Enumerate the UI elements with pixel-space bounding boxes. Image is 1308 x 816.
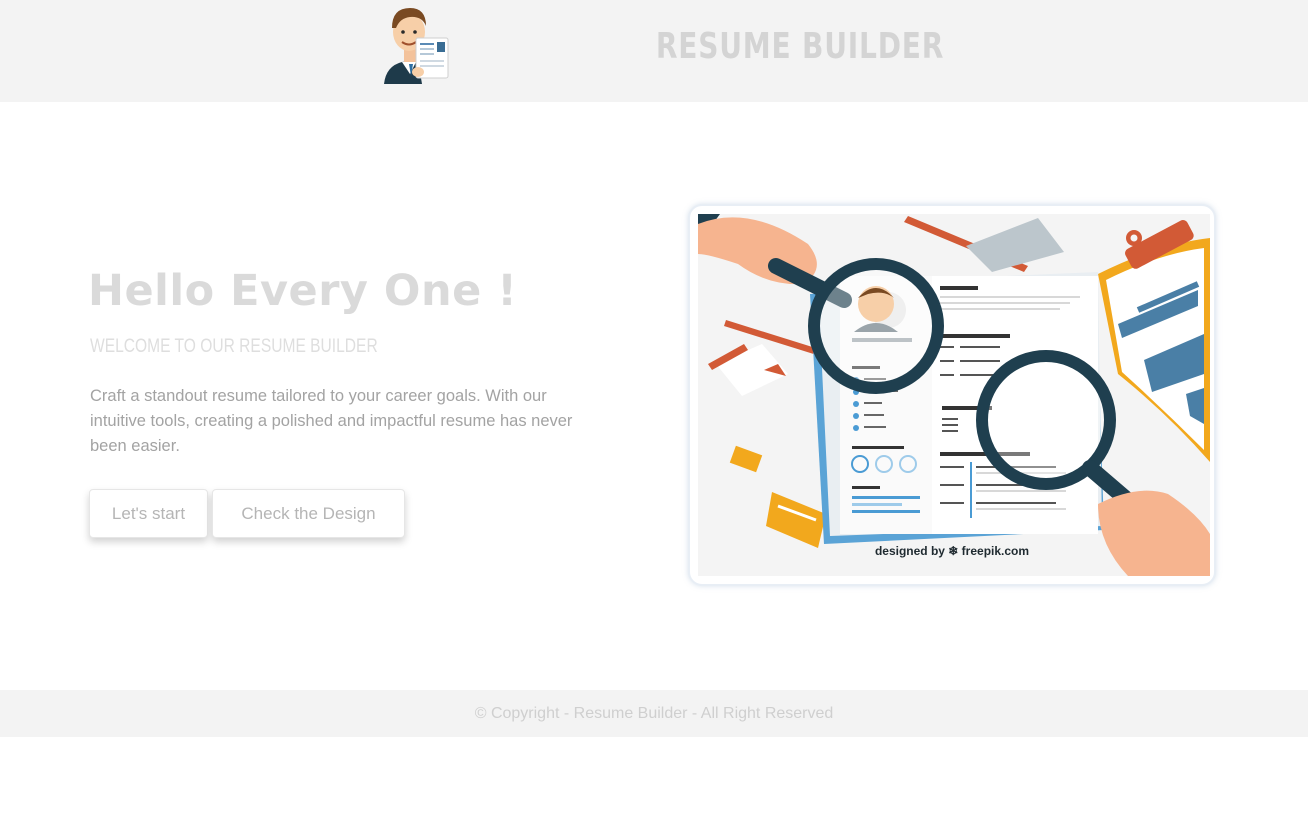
lets-start-button[interactable]: Let's start: [89, 489, 208, 538]
hero-description: Craft a standout resume tailored to your…: [90, 387, 573, 455]
copyright-text: © Copyright - Resume Builder - All Right…: [474, 704, 834, 722]
hero-title: Hello Every One !: [88, 266, 518, 316]
site-footer: © Copyright - Resume Builder - All Right…: [0, 690, 1308, 737]
site-header: RESUME BUILDER: [0, 0, 1308, 102]
brand-title: RESUME BUILDER: [655, 26, 945, 67]
hero-subtitle: WELCOME TO OUR RESUME BUILDER: [90, 336, 378, 357]
resume-man-icon[interactable]: [380, 4, 454, 86]
resume-illustration: designed by ❄ freepik.com: [688, 204, 1216, 586]
illustration-credit: designed by ❄ freepik.com: [874, 544, 1030, 558]
check-design-button[interactable]: Check the Design: [212, 489, 405, 538]
resume-illustration-art: [698, 214, 1210, 576]
